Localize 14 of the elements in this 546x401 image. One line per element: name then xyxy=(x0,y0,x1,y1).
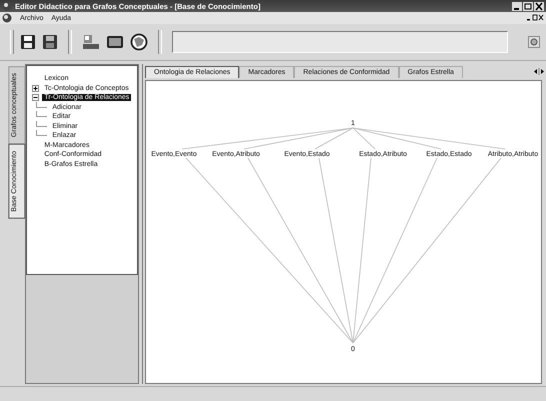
restore-icon[interactable] xyxy=(523,2,533,10)
globe-icon[interactable] xyxy=(130,33,148,51)
child-window-controls-icon[interactable] xyxy=(526,14,544,22)
text-field[interactable] xyxy=(172,31,508,53)
expander-icon[interactable] xyxy=(32,94,40,102)
record-icon[interactable] xyxy=(528,36,540,48)
save-icon[interactable] xyxy=(20,34,36,50)
tab-scroll-arrows-icon[interactable] xyxy=(532,67,546,76)
expander-icon[interactable] xyxy=(32,84,40,92)
close-icon[interactable] xyxy=(534,2,544,10)
computer-icon[interactable] xyxy=(82,34,100,50)
monitor-icon[interactable] xyxy=(106,34,124,50)
save-as-icon[interactable] xyxy=(42,34,58,50)
minimize-icon[interactable] xyxy=(512,2,522,10)
